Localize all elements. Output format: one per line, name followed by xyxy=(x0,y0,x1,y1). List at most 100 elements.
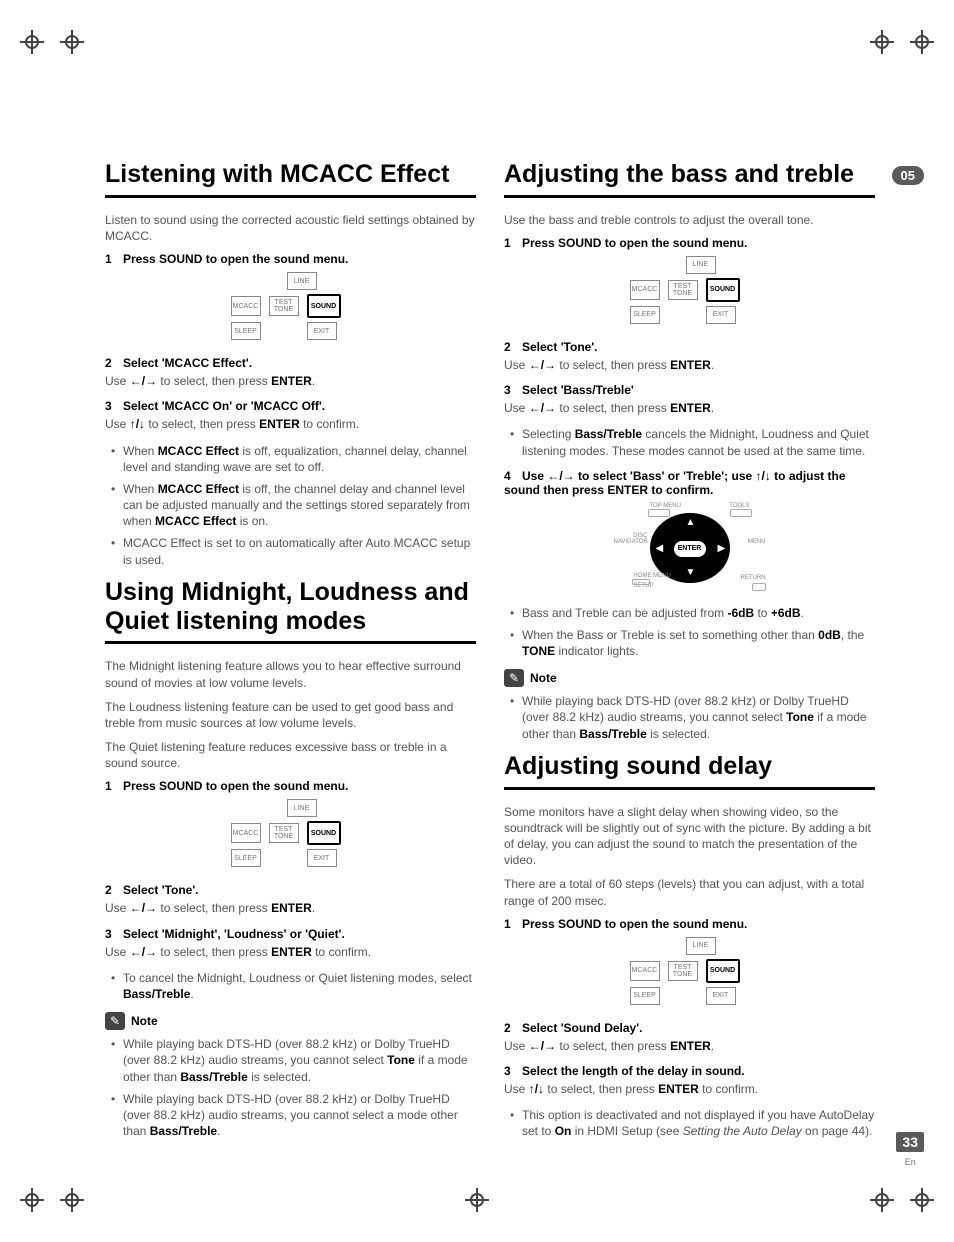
bullet-list: Selecting Bass/Treble cancels the Midnig… xyxy=(504,426,875,458)
rule xyxy=(105,641,476,644)
step: 1Press SOUND to open the sound menu. xyxy=(504,917,875,931)
btn-exit: EXIT xyxy=(706,987,736,1005)
step-note: Use ←/→ to select, then press ENTER. xyxy=(504,1038,875,1054)
para: There are a total of 60 steps (levels) t… xyxy=(504,876,875,908)
page-number: 33 En xyxy=(896,1132,924,1170)
right-column: Adjusting the bass and treble Use the ba… xyxy=(504,160,875,1149)
btn-exit: EXIT xyxy=(307,849,337,867)
bullet: When MCACC Effect is off, equalization, … xyxy=(123,443,476,475)
chapter-badge: 05 xyxy=(892,166,924,185)
heading-sound-delay: Adjusting sound delay xyxy=(504,752,875,781)
step-note: Use ←/→ to select, then press ENTER to c… xyxy=(105,944,476,960)
intro: Use the bass and treble controls to adju… xyxy=(504,212,875,228)
step: 3Select 'Midnight', 'Loudness' or 'Quiet… xyxy=(105,927,476,941)
bullet-list: When MCACC Effect is off, equalization, … xyxy=(105,443,476,568)
step: 3Select the length of the delay in sound… xyxy=(504,1064,875,1078)
para: The Midnight listening feature allows yo… xyxy=(105,658,476,690)
btn-sleep: SLEEP xyxy=(630,306,660,324)
step-note: Use ←/→ to select, then press ENTER. xyxy=(504,400,875,416)
step: 1Press SOUND to open the sound menu. xyxy=(504,236,875,250)
lbl-tools: TOOLS xyxy=(729,503,749,509)
regmark-icon xyxy=(60,30,84,54)
bullet: To cancel the Midnight, Loudness or Quie… xyxy=(123,970,476,1002)
regmark-icon xyxy=(910,30,934,54)
step: 2Select 'Tone'. xyxy=(504,340,875,354)
btn-sound: SOUND xyxy=(706,959,740,983)
regmark-icon xyxy=(60,1188,84,1212)
small-btn xyxy=(632,579,650,585)
step-note: Use ←/→ to select, then press ENTER. xyxy=(105,900,476,916)
bullet: MCACC Effect is set to on automatically … xyxy=(123,535,476,567)
bullet: When the Bass or Treble is set to someth… xyxy=(522,627,875,659)
regmark-icon xyxy=(870,30,894,54)
btn-exit: EXIT xyxy=(307,322,337,340)
step: 2Select 'Sound Delay'. xyxy=(504,1021,875,1035)
enter-button: ENTER xyxy=(674,541,706,557)
btn-sleep: SLEEP xyxy=(630,987,660,1005)
rule xyxy=(504,787,875,790)
regmark-icon xyxy=(465,1188,489,1212)
step: 2Select 'MCACC Effect'. xyxy=(105,356,476,370)
heading-listening-modes: Using Midnight, Loudness and Quiet liste… xyxy=(105,578,476,636)
page: 05 Listening with MCACC Effect Listen to… xyxy=(0,0,954,1242)
step-note: Use ↑/↓ to select, then press ENTER to c… xyxy=(105,416,476,432)
btn-mcacc: MCACC xyxy=(630,280,660,300)
button-grid: LINE MCACC TEST TONE SOUND SLEEP EXIT xyxy=(231,272,351,344)
btn-sound: SOUND xyxy=(307,821,341,845)
bullet: Selecting Bass/Treble cancels the Midnig… xyxy=(522,426,875,458)
para: The Quiet listening feature reduces exce… xyxy=(105,739,476,771)
btn-line: LINE xyxy=(686,256,716,274)
step: 1Press SOUND to open the sound menu. xyxy=(105,779,476,793)
btn-line: LINE xyxy=(287,799,317,817)
button-grid: LINE MCACC TEST TONE SOUND SLEEP EXIT xyxy=(630,937,750,1009)
note-box: ✎ Note xyxy=(105,1012,476,1030)
arrow-left-icon: ◀ xyxy=(656,543,664,554)
regmark-icon xyxy=(910,1188,934,1212)
bullet: Bass and Treble can be adjusted from -6d… xyxy=(522,605,875,621)
arrow-down-icon: ▼ xyxy=(686,567,696,578)
bullet-list: To cancel the Midnight, Loudness or Quie… xyxy=(105,970,476,1002)
bullet-list: This option is deactivated and not displ… xyxy=(504,1107,875,1139)
bullet: This option is deactivated and not displ… xyxy=(522,1107,875,1139)
heading-bass-treble: Adjusting the bass and treble xyxy=(504,160,875,189)
rule xyxy=(105,195,476,198)
btn-line: LINE xyxy=(287,272,317,290)
rule xyxy=(504,195,875,198)
page-lang: En xyxy=(905,1157,916,1167)
pencil-icon: ✎ xyxy=(504,669,524,687)
heading-mcacc: Listening with MCACC Effect xyxy=(105,160,476,189)
btn-testtone: TEST TONE xyxy=(269,296,299,316)
lbl-menu: MENU xyxy=(748,539,766,545)
btn-sleep: SLEEP xyxy=(231,322,261,340)
regmark-icon xyxy=(20,30,44,54)
button-grid: LINE MCACC TEST TONE SOUND SLEEP EXIT xyxy=(231,799,351,871)
step: 3Select 'Bass/Treble' xyxy=(504,383,875,397)
step: 2Select 'Tone'. xyxy=(105,883,476,897)
lbl-home-menu: HOME MENU xyxy=(634,573,671,579)
step: 3Select 'MCACC On' or 'MCACC Off'. xyxy=(105,399,476,413)
bullet: While playing back DTS-HD (over 88.2 kHz… xyxy=(123,1036,476,1085)
small-btn xyxy=(752,583,766,591)
page-num-value: 33 xyxy=(896,1132,924,1152)
note-label: Note xyxy=(131,1014,158,1028)
step: 4Use ←/→ to select 'Bass' or 'Treble'; u… xyxy=(504,469,875,497)
note-label: Note xyxy=(530,671,557,685)
arrow-right-icon: ▶ xyxy=(718,543,726,554)
left-column: Listening with MCACC Effect Listen to so… xyxy=(105,160,476,1149)
regmark-icon xyxy=(20,1188,44,1212)
btn-line: LINE xyxy=(686,937,716,955)
navpad: TOP MENU TOOLS DISC NAVIGATOR MENU ▲ ▼ ◀… xyxy=(600,503,780,593)
btn-sleep: SLEEP xyxy=(231,849,261,867)
btn-sound: SOUND xyxy=(706,278,740,302)
step: 1Press SOUND to open the sound menu. xyxy=(105,252,476,266)
btn-sound: SOUND xyxy=(307,294,341,318)
content: Listening with MCACC Effect Listen to so… xyxy=(105,160,875,1149)
button-grid: LINE MCACC TEST TONE SOUND SLEEP EXIT xyxy=(630,256,750,328)
note-bullets: While playing back DTS-HD (over 88.2 kHz… xyxy=(105,1036,476,1139)
bullet-list: Bass and Treble can be adjusted from -6d… xyxy=(504,605,875,660)
arrow-up-icon: ▲ xyxy=(686,517,696,528)
btn-exit: EXIT xyxy=(706,306,736,324)
step-note: Use ↑/↓ to select, then press ENTER to c… xyxy=(504,1081,875,1097)
btn-mcacc: MCACC xyxy=(231,296,261,316)
bullet: While playing back DTS-HD (over 88.2 kHz… xyxy=(522,693,875,742)
